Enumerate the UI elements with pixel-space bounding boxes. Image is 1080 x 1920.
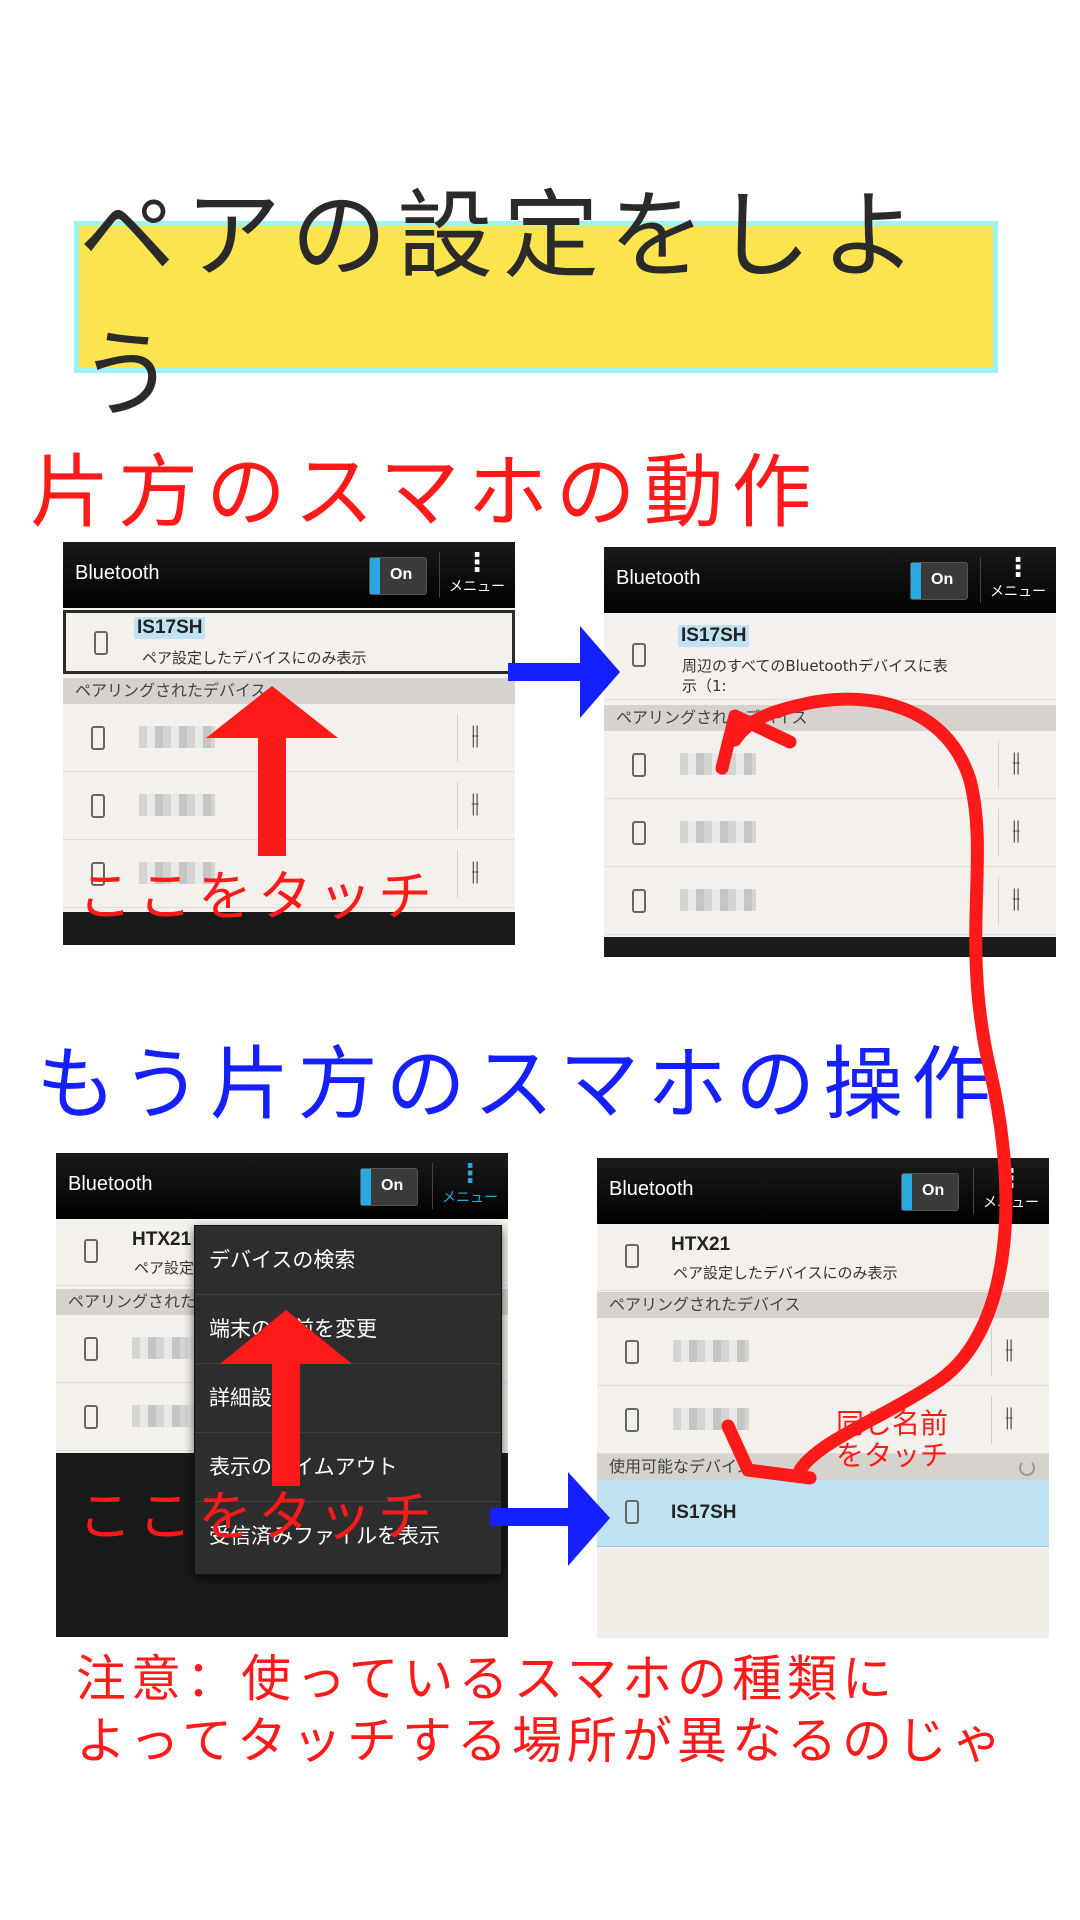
phone-icon: [625, 1500, 639, 1524]
overflow-menu-button[interactable]: ⋮ メニュー: [440, 1161, 500, 1215]
caution-note: 注意：使っているスマホの種類に よってタッチする場所が異なるのじゃ: [76, 1648, 1007, 1772]
phone-icon: [632, 821, 646, 845]
phone-icon: [84, 1337, 98, 1361]
action-bar: Bluetooth On ⋮ メニュー: [63, 542, 515, 608]
screen2: Bluetooth On ⋮ メニュー IS17SH 周辺のすべてのBlueto…: [604, 547, 1056, 957]
paired-device-row[interactable]: ⫲: [63, 704, 515, 772]
app-title: Bluetooth: [68, 1173, 153, 1195]
arrow-right-icon: [490, 1472, 610, 1566]
touch-here-label-2: ここをタッチ: [78, 1485, 438, 1548]
own-device-row[interactable]: IS17SH 周辺のすべてのBluetoothデバイスに表 示（1:: [604, 615, 1056, 700]
menu-item-rename[interactable]: 端末の名前を変更: [195, 1295, 501, 1364]
paired-header: ペアリングされたデバイス: [597, 1292, 1049, 1318]
available-device-row[interactable]: IS17SH: [597, 1480, 1049, 1547]
device-name: HTX21: [671, 1234, 731, 1255]
section1-heading: 片方のスマホの動作: [30, 446, 820, 539]
device-name: IS17SH: [678, 625, 750, 647]
nav-bar: [604, 937, 1056, 957]
action-bar: Bluetooth On ⋮ メニュー: [56, 1153, 508, 1219]
same-name-line2: をタッチ: [836, 1439, 949, 1472]
touch-here-label-1: ここをタッチ: [78, 865, 438, 928]
bluetooth-toggle[interactable]: On: [901, 1173, 959, 1211]
menu-label: メニュー: [442, 1190, 498, 1206]
overflow-menu-icon: ⋮: [464, 548, 490, 578]
app-title: Bluetooth: [75, 562, 160, 584]
app-title: Bluetooth: [616, 567, 701, 589]
sliders-icon[interactable]: ⫲: [1012, 815, 1020, 846]
title-banner: ペアの設定をしよう: [74, 180, 998, 431]
own-device-row[interactable]: IS17SH ペア設定したデバイスにのみ表示: [63, 610, 515, 674]
overflow-menu-button[interactable]: ⋮ メニュー: [447, 550, 507, 604]
phone-icon: [94, 631, 108, 655]
phone-icon: [84, 1239, 98, 1263]
menu-item-search-devices[interactable]: デバイスの検索: [195, 1226, 501, 1295]
own-device-row[interactable]: HTX21 ペア設定したデバイスにのみ表示: [597, 1224, 1049, 1291]
action-bar: Bluetooth On ⋮ メニュー: [604, 547, 1056, 613]
paired-device-row[interactable]: ⫲: [597, 1318, 1049, 1386]
phone-icon: [625, 1244, 639, 1268]
spinner-icon: [1019, 1460, 1035, 1476]
menu-item-advanced[interactable]: 詳細設定: [195, 1364, 501, 1433]
sliders-icon[interactable]: ⫲: [1005, 1402, 1013, 1433]
phone-icon: [625, 1340, 639, 1364]
same-name-line1: 同じ名前: [836, 1407, 949, 1440]
sliders-icon[interactable]: ⫲: [1005, 1334, 1013, 1365]
paired-header: ペアリングされたデバイス: [63, 678, 515, 704]
paired-device-row[interactable]: ⫲: [604, 867, 1056, 935]
note-line2: よってタッチする場所が異なるのじゃ: [76, 1712, 1007, 1770]
available-header: 使用可能なデバイス: [597, 1454, 1049, 1480]
sliders-icon[interactable]: ⫲: [471, 788, 479, 819]
paired-device-row[interactable]: ⫲: [604, 799, 1056, 867]
overflow-menu-button[interactable]: ⋮ メニュー: [981, 1166, 1041, 1220]
toggle-label: On: [390, 566, 413, 583]
available-device-name: IS17SH: [671, 1502, 737, 1523]
menu-label: メニュー: [983, 1195, 1039, 1211]
screen3: Bluetooth On ⋮ メニュー HTX21 ペア設定 ペアリングされたデ…: [56, 1153, 508, 1637]
toggle-label: On: [931, 571, 954, 588]
sliders-icon[interactable]: ⫲: [471, 720, 479, 751]
paired-device-row[interactable]: ⫲: [63, 772, 515, 840]
phone-icon: [91, 794, 105, 818]
toggle-label: On: [922, 1182, 945, 1199]
same-name-note: 同じ名前 をタッチ: [836, 1408, 948, 1472]
available-header-label: 使用可能なデバイス: [609, 1457, 753, 1476]
device-visibility: ペア設定: [134, 1259, 195, 1277]
phone-icon: [84, 1405, 98, 1429]
page-title: ペアの設定をしよう: [79, 180, 927, 431]
phone-icon: [632, 889, 646, 913]
overflow-menu-icon: ⋮: [1005, 553, 1031, 583]
empty-area: [597, 1547, 1049, 1638]
section2-heading: もう片方のスマホの操作: [36, 1038, 1000, 1131]
overflow-menu-button[interactable]: ⋮ メニュー: [988, 555, 1048, 609]
device-name: IS17SH: [134, 617, 206, 639]
paired-device-row[interactable]: ⫲: [604, 731, 1056, 799]
toggle-label: On: [381, 1177, 404, 1194]
note-line1: 注意：使っているスマホの種類に: [76, 1650, 897, 1708]
sliders-icon[interactable]: ⫲: [471, 856, 479, 887]
bluetooth-toggle[interactable]: On: [910, 562, 968, 600]
phone-icon: [625, 1408, 639, 1432]
menu-label: メニュー: [449, 579, 505, 595]
sliders-icon[interactable]: ⫲: [1012, 883, 1020, 914]
paired-header: ペアリングされたデバイス: [604, 705, 1056, 731]
device-name: HTX21: [132, 1229, 192, 1250]
phone-icon: [632, 643, 646, 667]
device-visibility: ペア設定したデバイスにのみ表示: [673, 1264, 898, 1282]
device-visibility-line1: 周辺のすべてのBluetoothデバイスに表: [682, 657, 948, 675]
overflow-menu-icon: ⋮: [457, 1159, 483, 1189]
menu-label: メニュー: [990, 584, 1046, 600]
sliders-icon[interactable]: ⫲: [1012, 747, 1020, 778]
phone-icon: [632, 753, 646, 777]
bluetooth-toggle[interactable]: On: [360, 1168, 418, 1206]
overflow-menu-icon: ⋮: [998, 1164, 1024, 1194]
action-bar: Bluetooth On ⋮ メニュー: [597, 1158, 1049, 1224]
device-visibility: ペア設定したデバイスにのみ表示: [142, 649, 367, 667]
app-title: Bluetooth: [609, 1178, 694, 1200]
paired-device-row[interactable]: ⫲: [597, 1386, 1049, 1454]
phone-icon: [91, 726, 105, 750]
device-visibility-line2: 示（1:: [682, 677, 727, 695]
bluetooth-toggle[interactable]: On: [369, 557, 427, 595]
screen4: Bluetooth On ⋮ メニュー HTX21 ペア設定したデバイスにのみ表…: [597, 1158, 1049, 1638]
